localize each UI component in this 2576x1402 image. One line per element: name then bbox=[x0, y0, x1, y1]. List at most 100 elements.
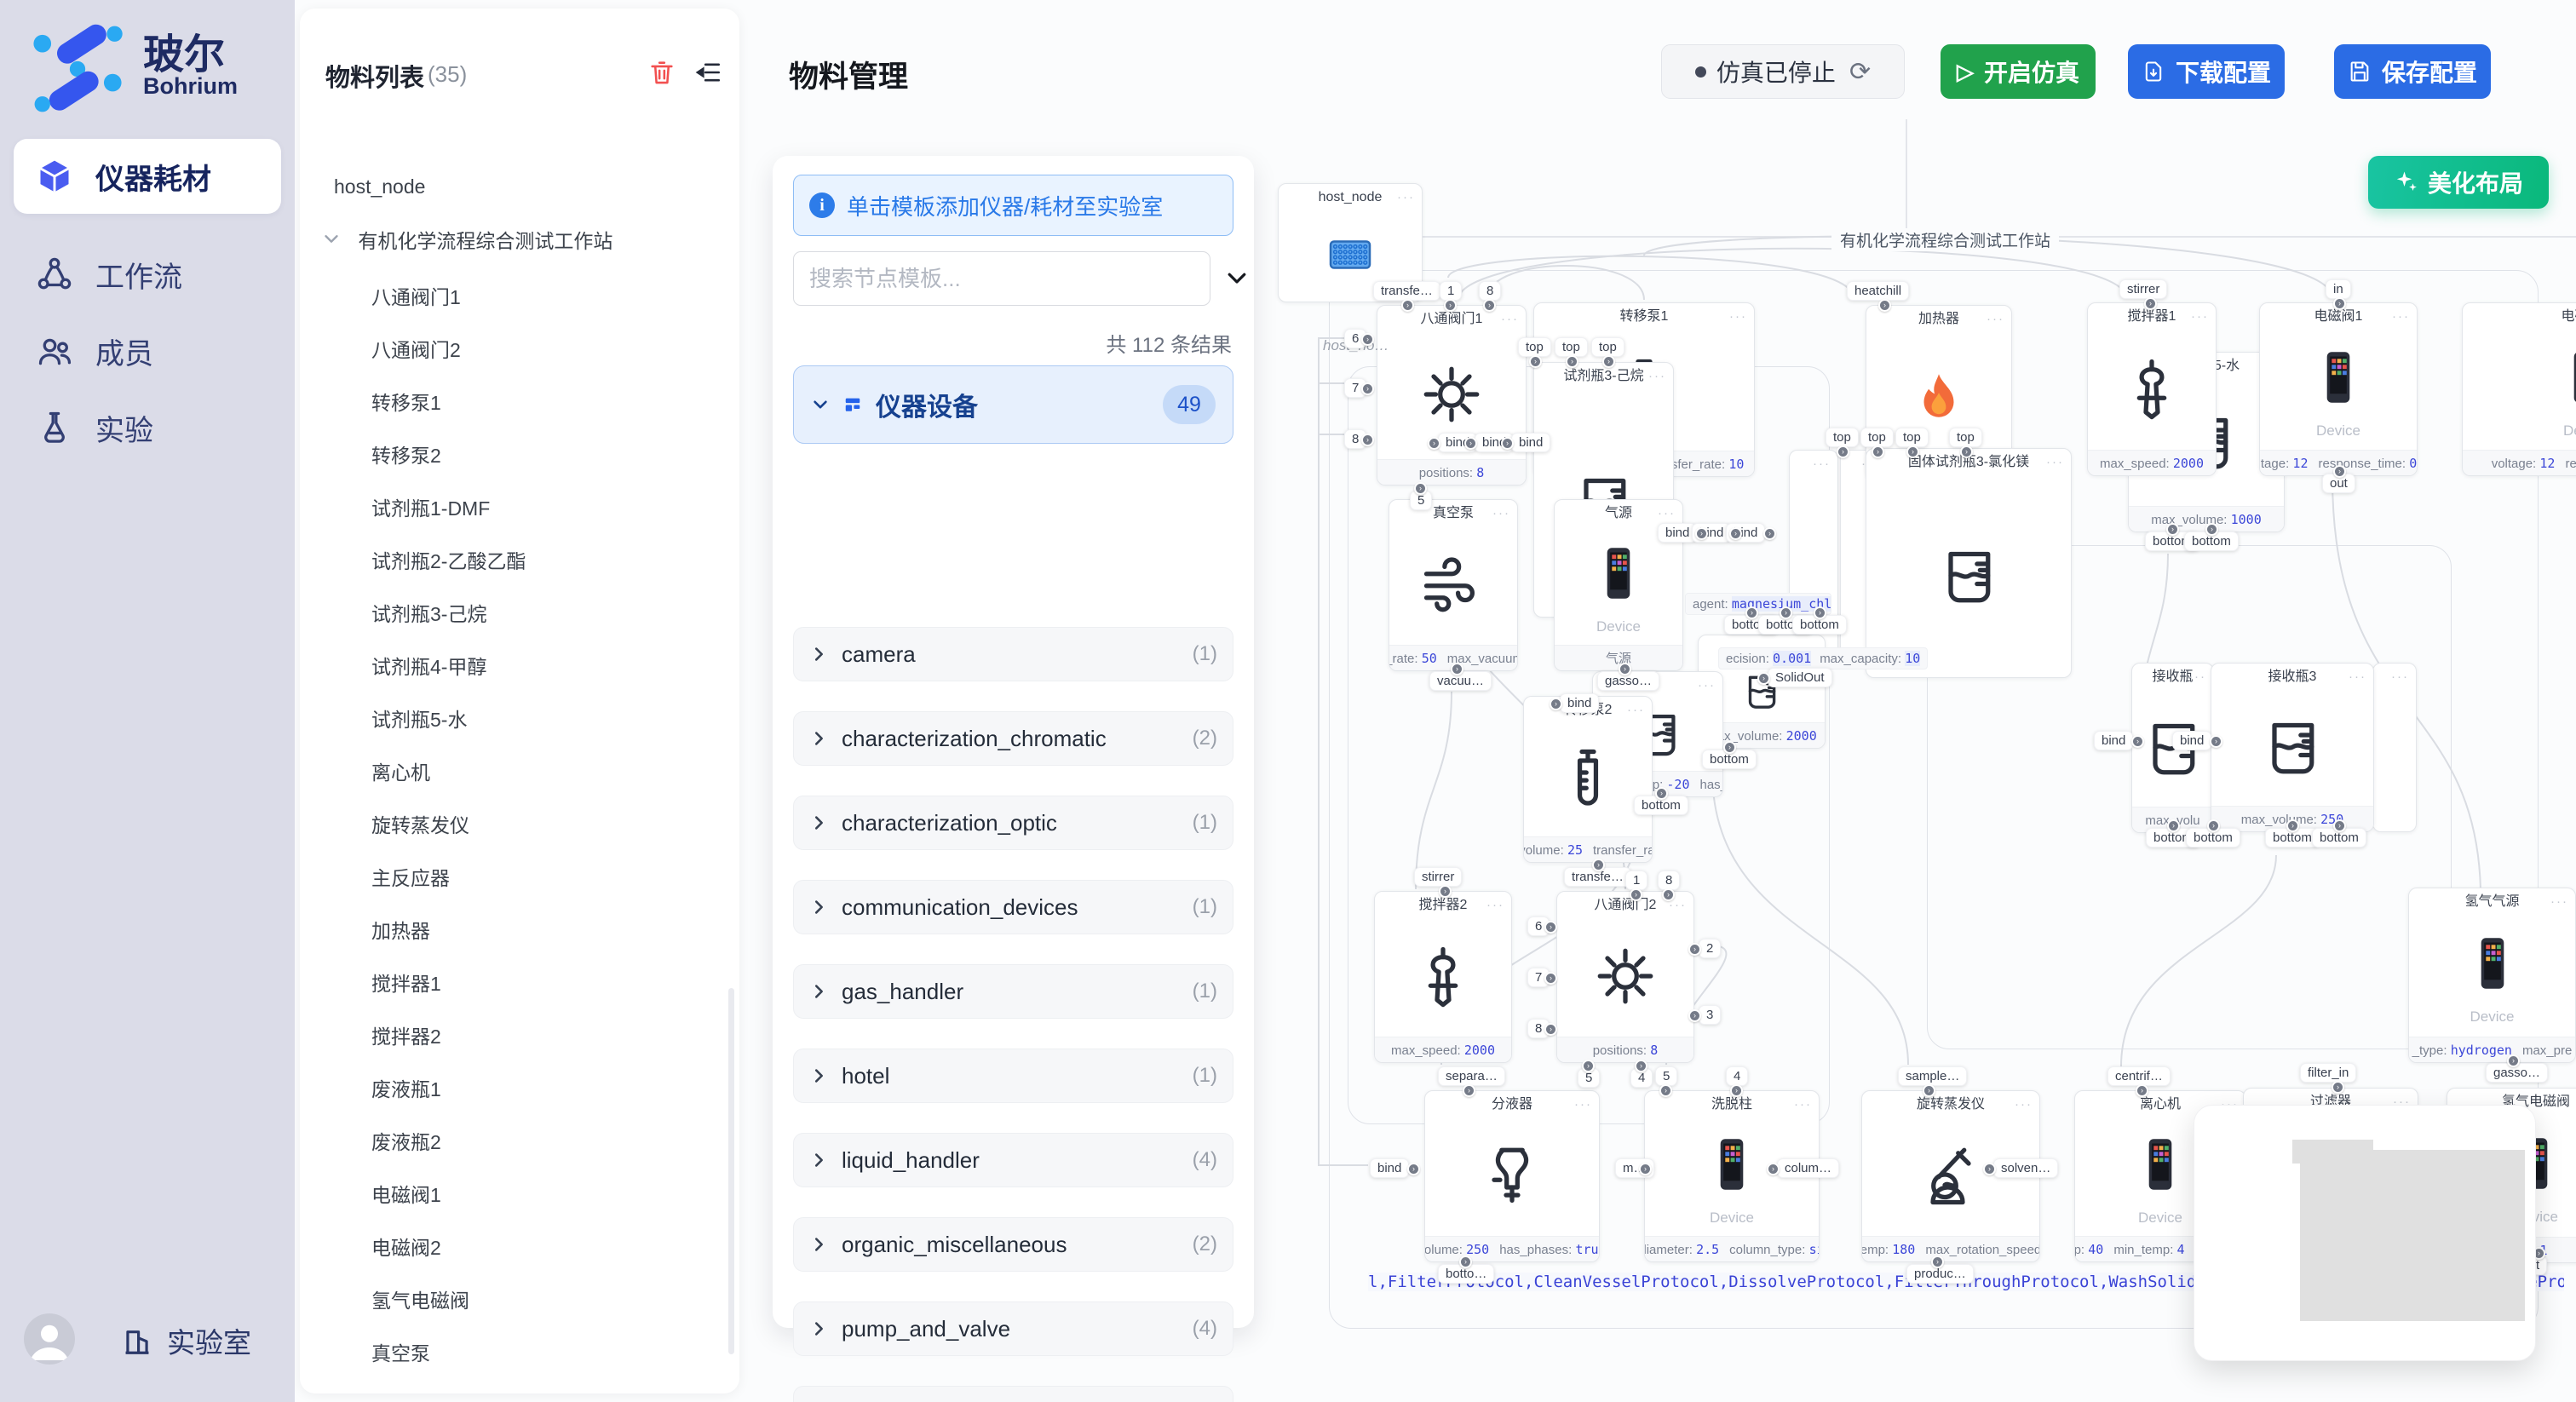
port-dot[interactable]: › bbox=[1361, 333, 1374, 346]
tree-item[interactable]: 废液瓶1 bbox=[300, 1075, 739, 1104]
port-dot[interactable]: › bbox=[2167, 819, 2180, 832]
graph-node[interactable]: 电磁阀1···Devicevoltage: 12response_time: 0… bbox=[2259, 302, 2418, 476]
port-dot[interactable]: › bbox=[1780, 606, 1792, 619]
port-dot[interactable]: › bbox=[1662, 888, 1675, 901]
port-dot[interactable]: › bbox=[1428, 437, 1440, 450]
category-robot_agv[interactable]: robot_agv (1) bbox=[793, 1386, 1233, 1402]
node-menu-icon[interactable]: ··· bbox=[1627, 697, 1645, 724]
tree-item[interactable]: 电磁阀1 bbox=[300, 1181, 739, 1210]
port-dot[interactable]: › bbox=[1723, 741, 1736, 754]
category-camera[interactable]: camera (1) bbox=[793, 627, 1233, 681]
port-dot[interactable]: › bbox=[2333, 297, 2346, 310]
category-gas_handler[interactable]: gas_handler (1) bbox=[793, 964, 1233, 1019]
node-menu-icon[interactable]: ··· bbox=[1813, 451, 1831, 478]
port-dot[interactable]: › bbox=[1550, 698, 1562, 710]
node-menu-icon[interactable]: ··· bbox=[2392, 303, 2410, 330]
tree-item[interactable]: 真空泵 bbox=[300, 1339, 739, 1368]
port-dot[interactable]: › bbox=[1444, 299, 1457, 312]
port-dot[interactable]: › bbox=[1906, 445, 1919, 458]
node-menu-icon[interactable]: ··· bbox=[1574, 1091, 1592, 1118]
sidebar-item-experiments[interactable]: 实验 bbox=[14, 390, 281, 465]
collapse-tree-icon[interactable] bbox=[693, 58, 722, 87]
port-dot[interactable]: › bbox=[1655, 787, 1668, 800]
node-menu-icon[interactable]: ··· bbox=[2188, 664, 2206, 691]
port-dot[interactable]: › bbox=[2136, 1084, 2148, 1097]
node-menu-icon[interactable]: ··· bbox=[1987, 306, 2004, 333]
category-communication_devices[interactable]: communication_devices (1) bbox=[793, 880, 1233, 934]
node-menu-icon[interactable]: ··· bbox=[1397, 184, 1415, 211]
graph-node[interactable]: 搅拌器2···max_speed: 2000 bbox=[1374, 891, 1512, 1063]
port-dot[interactable]: › bbox=[1688, 943, 1701, 956]
category-liquid_handler[interactable]: liquid_handler (4) bbox=[793, 1133, 1233, 1187]
port-dot[interactable]: › bbox=[1730, 1084, 1743, 1097]
port-dot[interactable]: › bbox=[1931, 1255, 1944, 1268]
node-menu-icon[interactable]: ··· bbox=[2391, 664, 2409, 691]
port-dot[interactable]: › bbox=[1463, 1084, 1475, 1097]
chevron-down-icon[interactable] bbox=[1224, 265, 1250, 290]
port-dot[interactable]: › bbox=[1923, 1084, 1935, 1097]
node-menu-icon[interactable]: ··· bbox=[2015, 1091, 2033, 1118]
port-dot[interactable]: › bbox=[1582, 1060, 1595, 1072]
graph-node[interactable]: 电磁阀2···Devicevoltage: 12response_time: 0… bbox=[2462, 302, 2576, 476]
node-menu-icon[interactable]: ··· bbox=[1794, 1091, 1812, 1118]
port-dot[interactable]: › bbox=[1630, 888, 1642, 901]
port-dot[interactable]: › bbox=[1407, 1163, 1420, 1175]
port-dot[interactable]: › bbox=[2144, 297, 2157, 310]
node-menu-icon[interactable]: ··· bbox=[2046, 449, 2064, 476]
port-dot[interactable]: › bbox=[1361, 434, 1374, 446]
port-dot[interactable]: › bbox=[1544, 1023, 1557, 1036]
tree-item[interactable]: 试剂瓶2-乙酸乙酯 bbox=[300, 547, 739, 576]
category-characterization_chromatic[interactable]: characterization_chromatic (2) bbox=[793, 711, 1233, 766]
port-dot[interactable]: › bbox=[1414, 482, 1427, 495]
tree-item[interactable]: 试剂瓶4-甲醇 bbox=[300, 652, 739, 681]
port-dot[interactable]: › bbox=[1544, 972, 1557, 985]
scrollbar[interactable] bbox=[728, 988, 734, 1354]
graph-node[interactable]: 真空泵···pump_rate: 50max_vacuum: 0.1 bbox=[1389, 499, 1518, 671]
tree-item[interactable]: 转移泵1 bbox=[300, 388, 739, 417]
graph-node[interactable]: 八通阀门1···positions: 8 bbox=[1377, 305, 1527, 486]
category-organic_miscellaneous[interactable]: organic_miscellaneous (2) bbox=[793, 1217, 1233, 1272]
graph-node[interactable]: 搅拌器1···max_speed: 2000 bbox=[2087, 302, 2217, 476]
port-dot[interactable]: › bbox=[1659, 1084, 1672, 1097]
port-dot[interactable]: › bbox=[1983, 1163, 1996, 1175]
node-menu-icon[interactable]: ··· bbox=[1492, 500, 1510, 527]
tree-group[interactable]: 有机化学流程综合测试工作站 bbox=[300, 227, 739, 256]
port-dot[interactable]: › bbox=[1688, 1009, 1701, 1022]
tree-item[interactable]: 主反应器 bbox=[300, 864, 739, 893]
save-config-button[interactable]: 保存配置 bbox=[2334, 44, 2491, 99]
tree-item-root[interactable]: host_node bbox=[300, 172, 739, 201]
delete-icon[interactable] bbox=[647, 58, 676, 87]
tree-item[interactable]: 试剂瓶5-水 bbox=[300, 705, 739, 734]
tree-item[interactable]: 加热器 bbox=[300, 916, 739, 945]
category-pump_and_valve[interactable]: pump_and_valve (4) bbox=[793, 1301, 1233, 1356]
port-dot[interactable]: › bbox=[1401, 299, 1414, 312]
node-menu-icon[interactable]: ··· bbox=[2349, 664, 2366, 691]
sidebar-item-workflow[interactable]: 工作流 bbox=[14, 237, 281, 312]
port-dot[interactable]: › bbox=[1757, 672, 1770, 685]
port-dot[interactable]: › bbox=[2210, 735, 2222, 748]
node-menu-icon[interactable]: ··· bbox=[2191, 303, 2209, 330]
category-hotel[interactable]: hotel (1) bbox=[793, 1049, 1233, 1103]
port-dot[interactable]: › bbox=[1451, 663, 1463, 675]
tree-item[interactable]: 离心机 bbox=[300, 758, 739, 787]
port-dot[interactable]: › bbox=[1361, 382, 1374, 395]
category-characterization_optic[interactable]: characterization_optic (1) bbox=[793, 796, 1233, 850]
graph-node[interactable]: 氢气气源···Device_type: hydrogenmax_pre bbox=[2408, 888, 2576, 1063]
port-dot[interactable]: › bbox=[1635, 1060, 1647, 1072]
search-template-input[interactable] bbox=[793, 251, 1210, 306]
port-dot[interactable]: › bbox=[1464, 437, 1477, 450]
port-dot[interactable]: › bbox=[2333, 465, 2346, 478]
port-dot[interactable]: › bbox=[1619, 663, 1631, 675]
port-dot[interactable]: › bbox=[1639, 1163, 1652, 1175]
start-simulation-button[interactable]: ▷ 开启仿真 bbox=[1941, 44, 2096, 99]
node-menu-icon[interactable]: ··· bbox=[1698, 672, 1716, 699]
port-dot[interactable]: › bbox=[2166, 523, 2179, 536]
tree-item[interactable]: 氢气电磁阀 bbox=[300, 1286, 739, 1315]
port-dot[interactable]: › bbox=[1695, 527, 1708, 540]
tree-item[interactable]: 废液瓶2 bbox=[300, 1128, 739, 1157]
refresh-icon[interactable]: ⟳ bbox=[1849, 57, 1871, 87]
port-dot[interactable]: › bbox=[2205, 523, 2218, 536]
download-config-button[interactable]: 下载配置 bbox=[2128, 44, 2285, 99]
port-dot[interactable]: › bbox=[2131, 735, 2144, 748]
tree-item[interactable]: 搅拌器1 bbox=[300, 969, 739, 998]
